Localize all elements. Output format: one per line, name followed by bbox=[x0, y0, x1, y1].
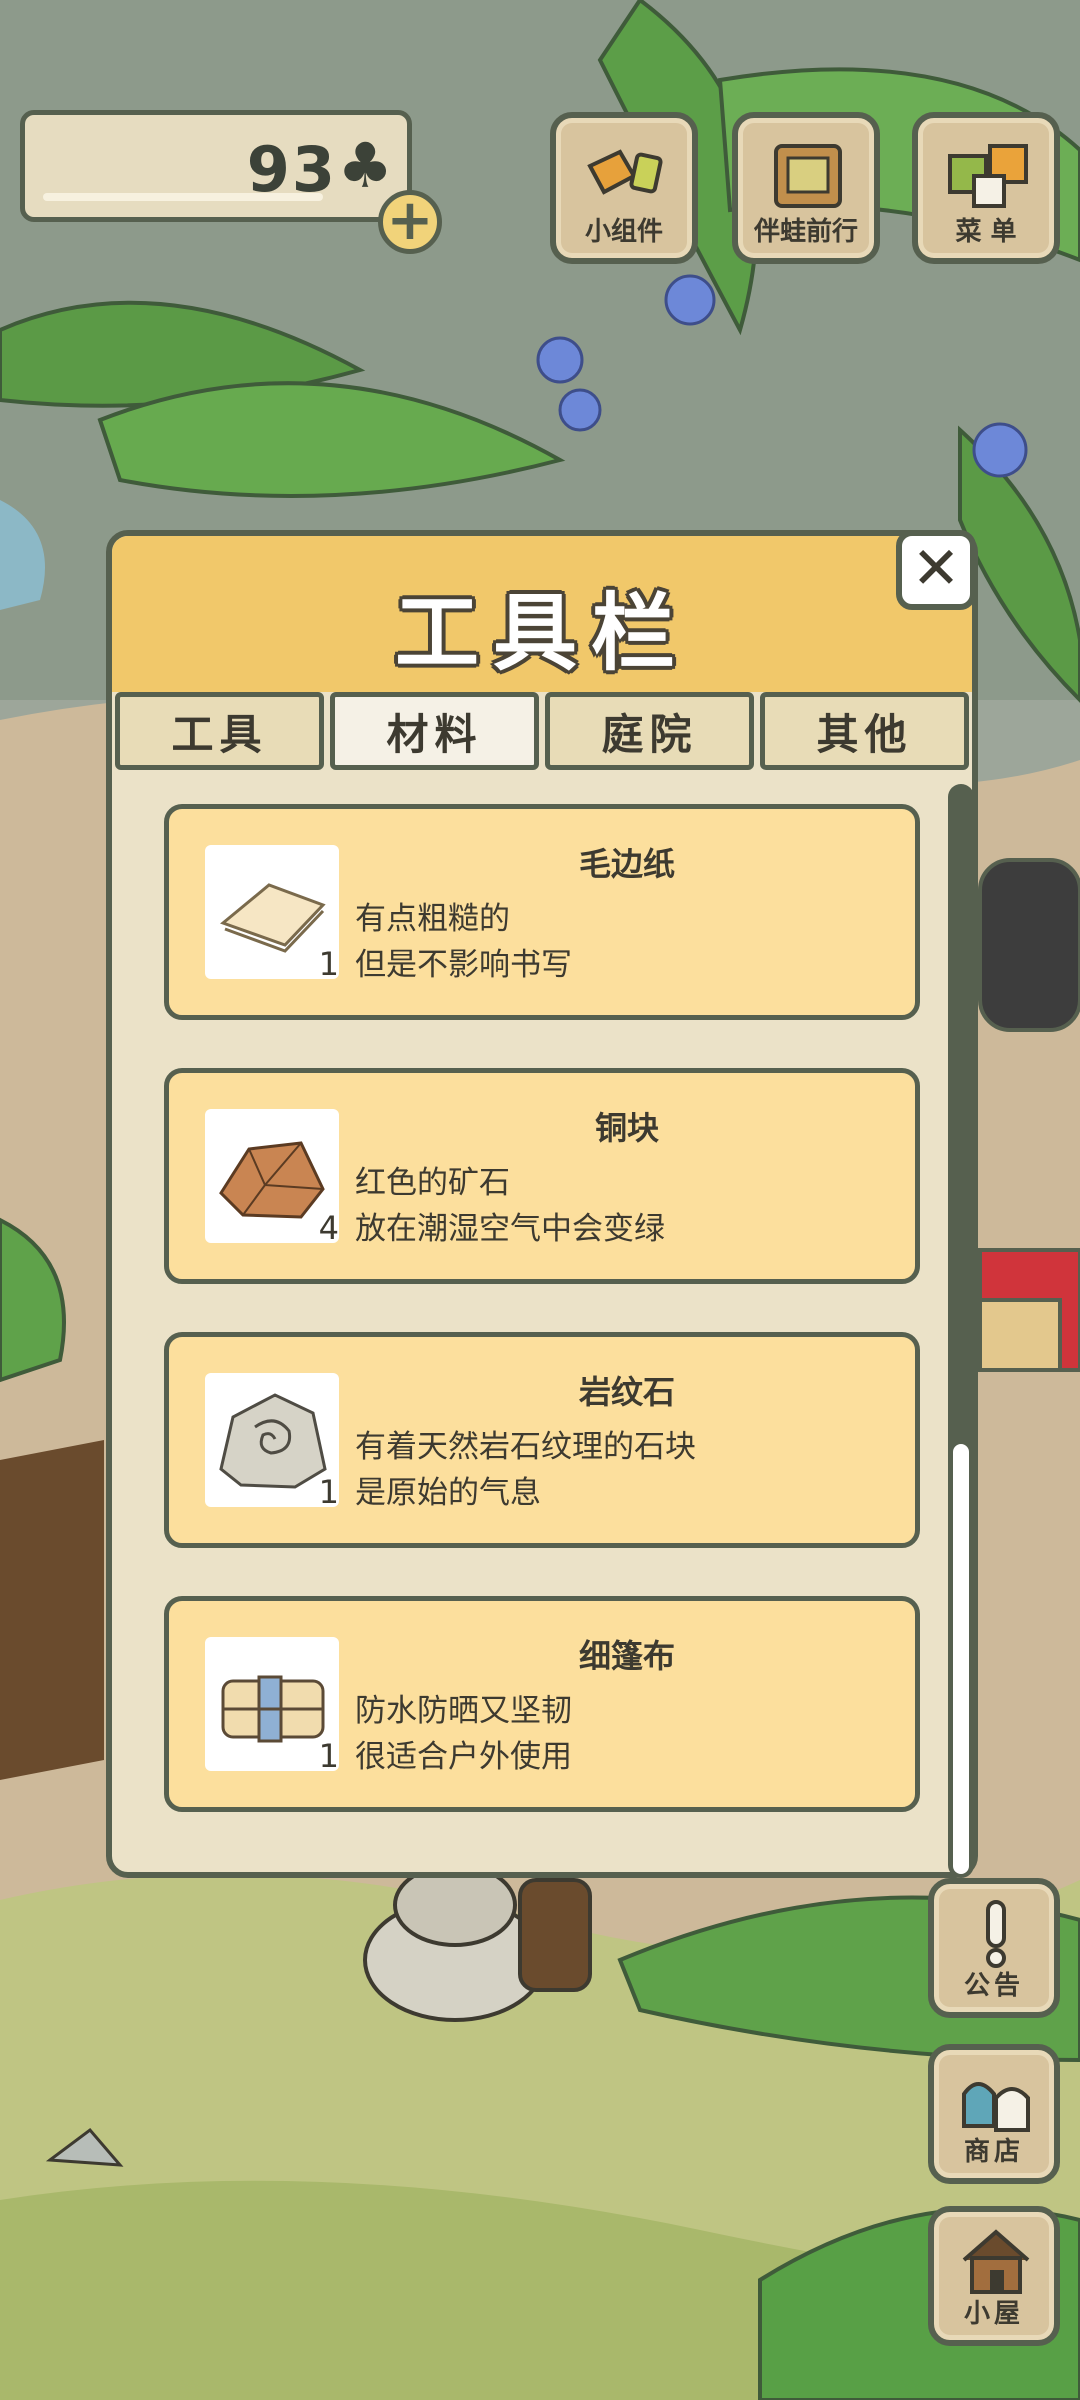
dialog-header: 工具栏 bbox=[112, 536, 972, 692]
list-scrollbar[interactable] bbox=[948, 784, 974, 1878]
add-clover-button[interactable]: + bbox=[378, 190, 442, 254]
item-name: 岩纹石 bbox=[578, 1373, 675, 1411]
toolbox-dialog: 工具栏 工具 材料 庭院 其他 1 毛边纸 有点粗糙的 但是不影响书写 4 铜块… bbox=[106, 530, 978, 1878]
item-description-line1: 有点粗糙的 bbox=[355, 901, 510, 937]
widget-icon bbox=[587, 149, 663, 195]
tab-other[interactable]: 其他 bbox=[760, 692, 969, 770]
photo-frame-icon bbox=[774, 144, 842, 208]
item-quantity: 4 bbox=[318, 1209, 339, 1247]
frog-journey-label: 伴蛙前行 bbox=[753, 217, 858, 247]
item-description-line1: 红色的矿石 bbox=[355, 1165, 510, 1201]
item-description-line2: 是原始的气息 bbox=[355, 1475, 541, 1511]
scrollbar-thumb[interactable] bbox=[953, 1444, 969, 1874]
item-description-line2: 但是不影响书写 bbox=[355, 947, 572, 983]
menu-cards-icon bbox=[948, 144, 1028, 208]
notice-label: 公告 bbox=[963, 1971, 1024, 2001]
item-name: 细篷布 bbox=[578, 1637, 675, 1675]
item-description-line1: 防水防晒又坚韧 bbox=[355, 1693, 572, 1729]
materials-list: 1 毛边纸 有点粗糙的 但是不影响书写 4 铜块 红色的矿石 放在潮湿空气中会变… bbox=[164, 804, 920, 1860]
item-quantity: 1 bbox=[318, 1473, 339, 1511]
menu-label: 菜 单 bbox=[955, 217, 1017, 247]
shop-bags-icon bbox=[962, 2082, 1030, 2132]
item-description-line2: 很适合户外使用 bbox=[355, 1739, 572, 1775]
tab-courtyard[interactable]: 庭院 bbox=[545, 692, 754, 770]
widget-button[interactable]: 小组件 bbox=[550, 112, 698, 264]
list-item[interactable]: 1 细篷布 防水防晒又坚韧 很适合户外使用 bbox=[164, 1596, 920, 1812]
close-button[interactable]: ✕ bbox=[896, 530, 976, 610]
item-quantity: 1 bbox=[318, 945, 339, 983]
shop-label: 商店 bbox=[963, 2137, 1024, 2167]
frog-journey-button[interactable]: 伴蛙前行 bbox=[732, 112, 880, 264]
tab-tools[interactable]: 工具 bbox=[115, 692, 324, 770]
tab-materials[interactable]: 材料 bbox=[330, 692, 539, 770]
widget-label: 小组件 bbox=[584, 217, 663, 247]
item-name: 铜块 bbox=[594, 1109, 659, 1147]
house-label: 小屋 bbox=[963, 2299, 1024, 2329]
clover-counter: 93 ♣ bbox=[20, 110, 412, 222]
notice-button[interactable]: 公告 bbox=[928, 1878, 1060, 2018]
house-button[interactable]: 小屋 bbox=[928, 2206, 1060, 2346]
list-item[interactable]: 4 铜块 红色的矿石 放在潮湿空气中会变绿 bbox=[164, 1068, 920, 1284]
item-description-line2: 放在潮湿空气中会变绿 bbox=[355, 1211, 665, 1247]
item-name: 毛边纸 bbox=[578, 845, 675, 883]
menu-button[interactable]: 菜 单 bbox=[912, 112, 1060, 264]
category-tabs: 工具 材料 庭院 其他 bbox=[112, 692, 972, 774]
dialog-title: 工具栏 bbox=[394, 584, 689, 682]
item-quantity: 1 bbox=[318, 1737, 339, 1775]
item-description-line1: 有着天然岩石纹理的石块 bbox=[355, 1429, 696, 1465]
list-item[interactable]: 1 岩纹石 有着天然岩石纹理的石块 是原始的气息 bbox=[164, 1332, 920, 1548]
shop-button[interactable]: 商店 bbox=[928, 2044, 1060, 2184]
list-item[interactable]: 1 毛边纸 有点粗糙的 但是不影响书写 bbox=[164, 804, 920, 1020]
clover-count: 93 bbox=[246, 133, 337, 206]
house-icon bbox=[962, 2229, 1030, 2294]
clover-icon: ♣ bbox=[337, 129, 393, 202]
exclamation-icon bbox=[986, 1900, 1006, 1968]
